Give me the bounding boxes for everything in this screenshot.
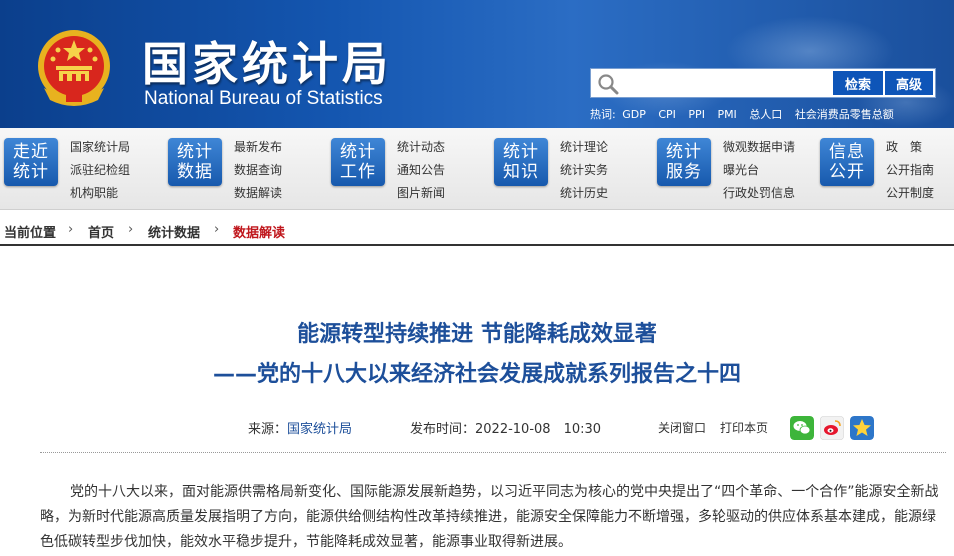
- nav-link[interactable]: 行政处罚信息: [723, 182, 823, 205]
- nav-link[interactable]: 最新发布: [234, 136, 334, 159]
- search-bar: 检索 高级: [590, 68, 936, 98]
- breadcrumb-current[interactable]: 数据解读: [233, 222, 285, 241]
- article-date: 发布时间：2022-10-08 10:30: [410, 418, 601, 437]
- breadcrumb-label: 当前位置: [4, 226, 57, 241]
- article-paragraph: 党的十八大以来，面对能源供需格局新变化、国际能源发展新趋势，以习近平同志为核心的…: [40, 484, 939, 550]
- article-source: 来源：国家统计局: [248, 418, 352, 437]
- search-input[interactable]: [623, 72, 829, 94]
- close-window-button[interactable]: 关闭窗口: [658, 419, 706, 436]
- site-header: 国家统计局 National Bureau of Statistics 检索 高…: [0, 0, 954, 128]
- nav-link[interactable]: 派驻纪检组: [70, 159, 170, 182]
- advanced-search-button[interactable]: 高级: [885, 71, 933, 95]
- article-divider: [40, 452, 946, 453]
- breadcrumb: 当前位置 › 首页 › 统计数据 › 数据解读: [0, 214, 954, 246]
- nav-link[interactable]: 公开制度: [886, 182, 952, 205]
- breadcrumb-separator: ›: [128, 222, 134, 237]
- nav-link[interactable]: 国家统计局: [70, 136, 170, 159]
- source-link[interactable]: 国家统计局: [287, 422, 352, 437]
- breadcrumb-separator: ›: [68, 222, 74, 237]
- nav-link[interactable]: 公开指南: [886, 159, 952, 182]
- nav-link[interactable]: 微观数据申请: [723, 136, 823, 159]
- nav-link[interactable]: 数据查询: [234, 159, 334, 182]
- print-page-button[interactable]: 打印本页: [720, 419, 768, 436]
- date-value: 2022-10-08 10:30: [475, 422, 602, 437]
- hot-words: 热词: GDP CPI PPI PMI 总人口 社会消费品零售总额: [590, 106, 950, 122]
- breadcrumb-home[interactable]: 首页: [88, 222, 114, 241]
- favorite-share-icon[interactable]: [850, 416, 874, 440]
- article-title: 能源转型持续推进 节能降耗成效显著: [297, 322, 657, 347]
- site-title-cn: 国家统计局: [142, 37, 392, 91]
- nav-link[interactable]: 机构职能: [70, 182, 170, 205]
- nav-tile-data[interactable]: 统计 数据: [168, 138, 222, 186]
- wechat-share-icon[interactable]: [790, 416, 814, 440]
- weibo-share-icon[interactable]: [820, 416, 844, 440]
- nav-link[interactable]: 图片新闻: [397, 182, 497, 205]
- breadcrumb-separator: ›: [214, 222, 220, 237]
- hot-word-link[interactable]: 社会消费品零售总额: [795, 108, 894, 121]
- search-button[interactable]: 检索: [833, 71, 883, 95]
- nav-link[interactable]: 曝光台: [723, 159, 823, 182]
- main-nav: 走近 统计 国家统计局 派驻纪检组 机构职能 统计 数据 最新发布 数据查询 数据解…: [0, 128, 954, 210]
- nav-tile-work[interactable]: 统计 工作: [331, 138, 385, 186]
- nav-link[interactable]: 通知公告: [397, 159, 497, 182]
- national-emblem-icon: [38, 30, 110, 106]
- search-icon: [598, 74, 619, 95]
- site-title-en: National Bureau of Statistics: [144, 88, 383, 109]
- source-label: 来源：: [248, 422, 288, 437]
- date-label: 发布时间：: [410, 422, 476, 437]
- hot-word-link[interactable]: PMI: [717, 108, 736, 121]
- nav-link[interactable]: 统计理论: [560, 136, 660, 159]
- hot-words-label: 热词:: [590, 108, 616, 121]
- nav-link[interactable]: 统计实务: [560, 159, 660, 182]
- nav-tile-service[interactable]: 统计 服务: [657, 138, 711, 186]
- nav-tile-knowledge[interactable]: 统计 知识: [494, 138, 548, 186]
- nav-link[interactable]: 政 策: [886, 136, 952, 159]
- nav-link[interactable]: 数据解读: [234, 182, 334, 205]
- nav-link[interactable]: 统计动态: [397, 136, 497, 159]
- nav-tile-about[interactable]: 走近 统计: [4, 138, 58, 186]
- hot-word-link[interactable]: PPI: [688, 108, 705, 121]
- article-subtitle: ——党的十八大以来经济社会发展成就系列报告之十四: [212, 362, 741, 387]
- breadcrumb-stats-data[interactable]: 统计数据: [148, 222, 200, 241]
- hot-word-link[interactable]: GDP: [622, 108, 646, 121]
- hot-word-link[interactable]: CPI: [658, 108, 676, 121]
- nav-link[interactable]: 统计历史: [560, 182, 660, 205]
- hot-word-link[interactable]: 总人口: [749, 108, 782, 121]
- nav-tile-disclosure[interactable]: 信息 公开: [820, 138, 874, 186]
